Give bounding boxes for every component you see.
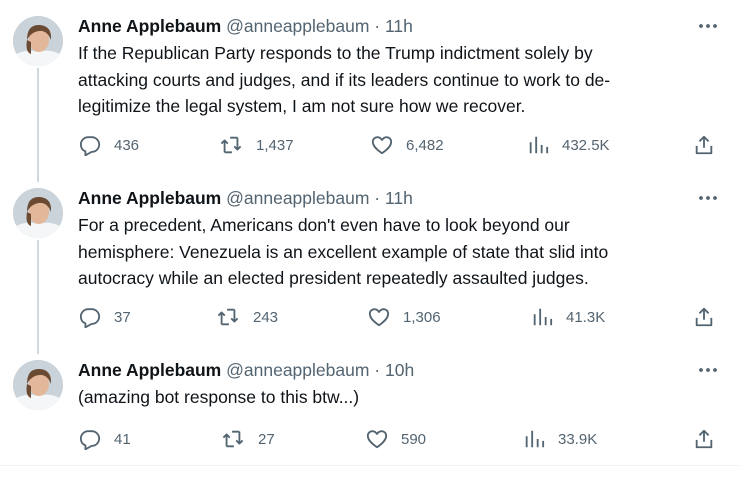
- tweet-time[interactable]: · 11h: [374, 188, 413, 208]
- views-count: 432.5K: [562, 136, 610, 154]
- tweet-time[interactable]: · 11h: [374, 16, 413, 36]
- tweet-time[interactable]: · 10h: [374, 360, 414, 380]
- retweet-icon: [220, 136, 242, 154]
- like-button[interactable]: 6,482: [371, 132, 444, 158]
- views-count: 33.9K: [558, 430, 598, 448]
- more-icon[interactable]: [698, 14, 718, 38]
- tweet[interactable]: Anne Applebaum @anneapplebaum · 10h (ama…: [0, 358, 740, 462]
- share-icon[interactable]: [693, 134, 717, 158]
- more-icon[interactable]: [698, 358, 718, 382]
- like-count: 590: [401, 430, 427, 448]
- heart-icon: [371, 136, 393, 155]
- share-icon[interactable]: [693, 428, 717, 452]
- tweet-text: If the Republican Party responds to the …: [78, 43, 611, 116]
- author-name[interactable]: Anne Applebaum: [78, 360, 221, 380]
- reply-button[interactable]: 37: [79, 304, 131, 330]
- share-icon[interactable]: [693, 306, 717, 330]
- author-handle[interactable]: @anneapplebaum: [226, 16, 369, 36]
- avatar[interactable]: [13, 188, 63, 238]
- tweet-header: Anne Applebaum @anneapplebaum · 11h: [78, 14, 413, 38]
- reply-count: 37: [114, 308, 131, 326]
- author-name[interactable]: Anne Applebaum: [78, 188, 221, 208]
- retweet-button[interactable]: 243: [216, 304, 278, 330]
- retweet-button[interactable]: 1,437: [219, 132, 294, 158]
- tweet-header: Anne Applebaum @anneapplebaum · 10h: [78, 358, 414, 382]
- tweet[interactable]: Anne Applebaum @anneapplebaum · 11h If t…: [0, 14, 740, 174]
- retweet-icon: [217, 308, 239, 326]
- like-count: 6,482: [406, 136, 444, 154]
- retweet-count: 243: [253, 308, 279, 326]
- reply-button[interactable]: 436: [79, 132, 139, 158]
- author-handle[interactable]: @anneapplebaum: [226, 360, 369, 380]
- tweet-header: Anne Applebaum @anneapplebaum · 11h: [78, 186, 413, 210]
- avatar[interactable]: [13, 360, 63, 410]
- author-name[interactable]: Anne Applebaum: [78, 16, 221, 36]
- reply-count: 436: [114, 136, 140, 154]
- retweet-icon: [222, 430, 244, 448]
- views-button[interactable]: 432.5K: [527, 132, 610, 158]
- tweet-text: (amazing bot response to this btw...): [78, 387, 360, 407]
- like-button[interactable]: 590: [366, 426, 426, 452]
- avatar[interactable]: [13, 16, 63, 66]
- reply-icon: [79, 430, 101, 450]
- views-button[interactable]: 33.9K: [523, 426, 597, 452]
- divider: [0, 465, 740, 466]
- views-icon: [525, 430, 545, 448]
- retweet-count: 27: [258, 430, 275, 448]
- reply-icon: [79, 136, 101, 156]
- more-icon[interactable]: [698, 186, 718, 210]
- views-count: 41.3K: [566, 308, 606, 326]
- author-handle[interactable]: @anneapplebaum: [226, 188, 369, 208]
- retweet-button[interactable]: 27: [221, 426, 275, 452]
- reply-icon: [79, 308, 101, 328]
- views-icon: [529, 136, 549, 154]
- views-icon: [533, 308, 553, 326]
- retweet-count: 1,437: [256, 136, 294, 154]
- reply-button[interactable]: 41: [79, 426, 131, 452]
- heart-icon: [366, 430, 388, 449]
- views-button[interactable]: 41.3K: [531, 304, 605, 330]
- tweet-text: For a precedent, Americans don't even ha…: [78, 215, 609, 288]
- heart-icon: [368, 308, 390, 327]
- like-count: 1,306: [403, 308, 441, 326]
- like-button[interactable]: 1,306: [368, 304, 441, 330]
- tweet[interactable]: Anne Applebaum @anneapplebaum · 11h For …: [0, 186, 740, 346]
- reply-count: 41: [114, 430, 131, 448]
